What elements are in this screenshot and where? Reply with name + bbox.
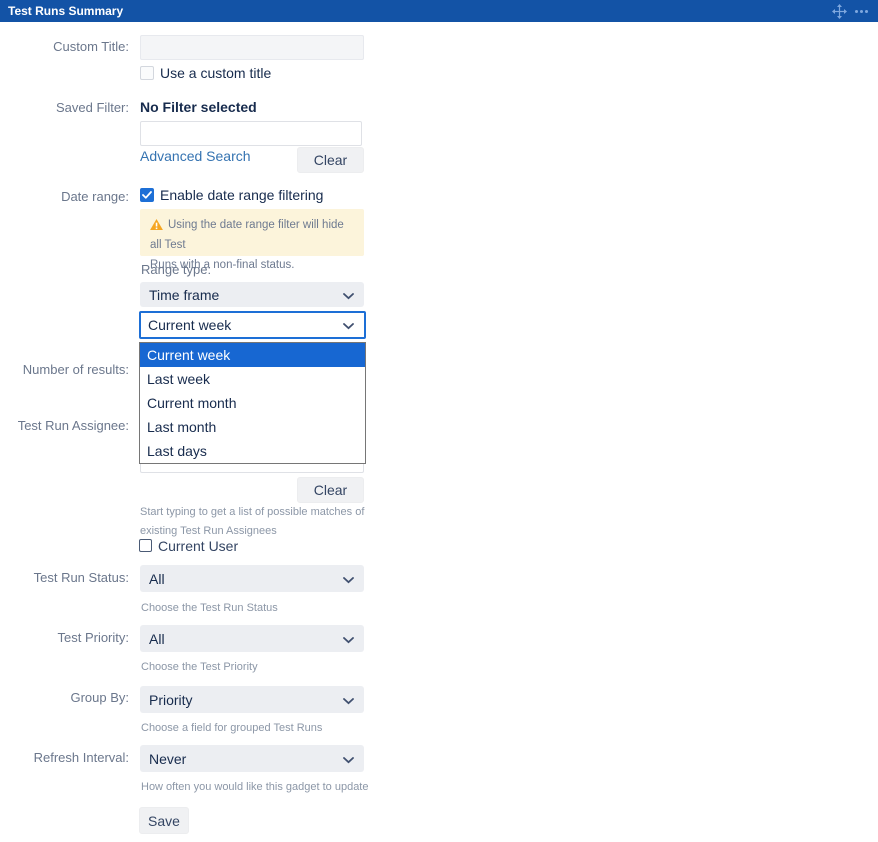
dropdown-option-last-week[interactable]: Last week xyxy=(140,367,365,391)
time-frame-dropdown: Current week Last week Current month Las… xyxy=(139,342,366,464)
group-by-select[interactable]: Priority xyxy=(140,686,364,713)
test-run-status-select[interactable]: All xyxy=(140,565,364,592)
save-button[interactable]: Save xyxy=(139,807,189,834)
filter-search-input[interactable] xyxy=(140,121,362,146)
range-type-value: Time frame xyxy=(149,287,219,303)
enable-date-range-checkbox[interactable] xyxy=(140,188,154,202)
test-priority-value: All xyxy=(149,631,165,647)
test-run-assignee-label: Test Run Assignee: xyxy=(0,418,129,434)
chevron-down-icon xyxy=(343,692,354,708)
gadget-header: Test Runs Summary xyxy=(0,0,878,22)
test-run-status-label: Test Run Status: xyxy=(0,570,129,586)
use-custom-title-checkbox[interactable] xyxy=(140,66,154,80)
number-of-results-label: Number of results: xyxy=(0,362,129,378)
chevron-down-icon xyxy=(343,287,354,303)
custom-title-label: Custom Title: xyxy=(0,39,129,55)
chevron-down-icon xyxy=(343,631,354,647)
refresh-interval-help: How often you would like this gadget to … xyxy=(141,778,368,797)
no-filter-selected-text: No Filter selected xyxy=(140,99,257,115)
chevron-down-icon xyxy=(343,317,354,333)
current-user-checkbox[interactable] xyxy=(139,539,152,552)
test-run-status-value: All xyxy=(149,571,165,587)
date-range-label: Date range: xyxy=(0,189,129,205)
assignee-help-line2: existing Test Run Assignees xyxy=(140,525,277,537)
refresh-interval-select[interactable]: Never xyxy=(140,745,364,772)
group-by-help: Choose a field for grouped Test Runs xyxy=(141,719,322,738)
group-by-value: Priority xyxy=(149,692,193,708)
move-icon[interactable] xyxy=(832,4,847,19)
clear-assignee-button[interactable]: Clear xyxy=(297,477,364,503)
chevron-down-icon xyxy=(343,751,354,767)
custom-title-input[interactable] xyxy=(140,35,364,60)
group-by-label: Group By: xyxy=(0,690,129,706)
dropdown-option-current-month[interactable]: Current month xyxy=(140,391,365,415)
refresh-interval-value: Never xyxy=(149,751,186,767)
test-priority-select[interactable]: All xyxy=(140,625,364,652)
test-run-status-help: Choose the Test Run Status xyxy=(141,599,278,618)
more-options-icon[interactable] xyxy=(855,10,868,13)
assignee-help-line1: Start typing to get a list of possible m… xyxy=(140,506,364,518)
use-custom-title-label: Use a custom title xyxy=(160,65,271,81)
time-frame-value: Current week xyxy=(148,317,231,333)
range-type-select[interactable]: Time frame xyxy=(140,282,364,307)
saved-filter-label: Saved Filter: xyxy=(0,100,129,116)
enable-date-range-label: Enable date range filtering xyxy=(160,187,323,203)
test-runs-summary-gadget: Test Runs Summary Custom Title: Use a cu… xyxy=(0,0,878,842)
range-type-label: Range type: xyxy=(141,262,211,278)
dropdown-option-last-month[interactable]: Last month xyxy=(140,415,365,439)
advanced-search-link[interactable]: Advanced Search xyxy=(140,148,251,164)
test-priority-help: Choose the Test Priority xyxy=(141,658,258,677)
dropdown-option-last-days[interactable]: Last days xyxy=(140,439,365,463)
gadget-title: Test Runs Summary xyxy=(0,4,123,18)
refresh-interval-label: Refresh Interval: xyxy=(0,750,129,766)
chevron-down-icon xyxy=(343,571,354,587)
time-frame-select[interactable]: Current week xyxy=(139,311,366,339)
test-priority-label: Test Priority: xyxy=(0,630,129,646)
dropdown-option-current-week[interactable]: Current week xyxy=(140,343,365,367)
warning-text-line1: Using the date range filter will hide al… xyxy=(150,219,344,251)
current-user-label: Current User xyxy=(158,538,238,554)
clear-filter-button[interactable]: Clear xyxy=(297,147,364,173)
check-icon xyxy=(142,191,152,199)
date-range-warning: Using the date range filter will hide al… xyxy=(140,209,364,256)
warning-triangle-icon xyxy=(150,219,163,230)
